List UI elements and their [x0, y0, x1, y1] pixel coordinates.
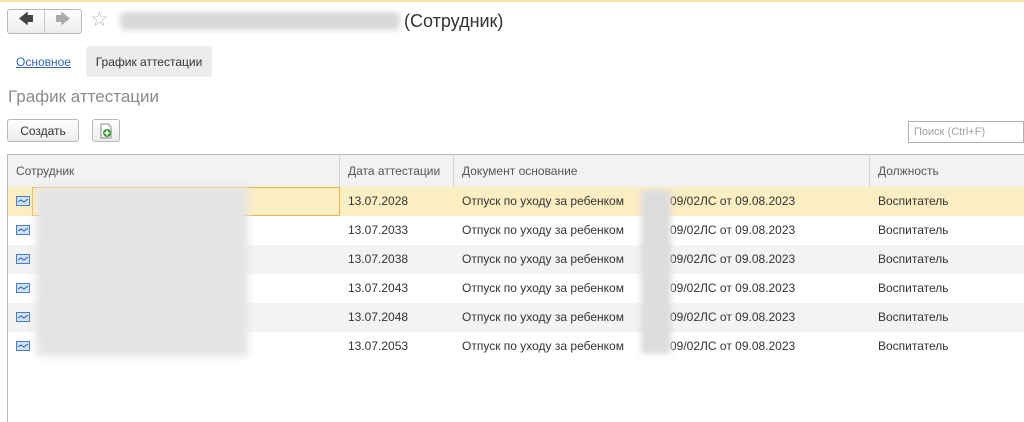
cell-position: Воспитатель — [878, 339, 949, 353]
tab-main[interactable]: Основное — [16, 55, 71, 69]
cell-document-number: 09/02ЛС от 09.08.2023 — [670, 252, 796, 266]
cell-document-number: 09/02ЛС от 09.08.2023 — [670, 281, 796, 295]
cell-document: Отпуск по уходу за ребенком — [462, 281, 624, 295]
cell-position: Воспитатель — [878, 281, 949, 295]
cell-position: Воспитатель — [878, 194, 949, 208]
column-date[interactable]: Дата аттестации — [340, 155, 454, 187]
title-redacted — [120, 12, 400, 30]
add-document-button[interactable] — [92, 119, 120, 142]
cell-document: Отпуск по уходу за ребенком — [462, 310, 624, 324]
record-icon — [16, 196, 30, 206]
cell-document: Отпуск по уходу за ребенком — [462, 252, 624, 266]
cell-document-number: 09/02ЛС от 09.08.2023 — [670, 339, 796, 353]
star-icon[interactable]: ☆ — [90, 8, 109, 32]
cell-date: 13.07.2028 — [348, 194, 409, 208]
record-icon — [16, 254, 30, 264]
cell-document: Отпуск по уходу за ребенком — [462, 194, 624, 208]
forward-button[interactable]: 🡆 — [44, 10, 81, 33]
cell-date: 13.07.2048 — [348, 310, 409, 324]
back-button[interactable]: 🡄 — [8, 10, 44, 33]
cell-document: Отпуск по уходу за ребенком — [462, 339, 624, 353]
cell-position: Воспитатель — [878, 310, 949, 324]
search-input[interactable] — [908, 121, 1024, 143]
cell-date: 13.07.2043 — [348, 281, 409, 295]
nav-buttons: 🡄 🡆 — [7, 9, 82, 34]
employee-names-redacted — [36, 186, 248, 356]
record-icon — [16, 312, 30, 322]
cell-date: 13.07.2038 — [348, 252, 409, 266]
column-employee[interactable]: Сотрудник — [8, 155, 340, 187]
cell-document-number: 09/02ЛС от 09.08.2023 — [670, 194, 796, 208]
cell-date: 13.07.2033 — [348, 223, 409, 237]
cell-position: Воспитатель — [878, 252, 949, 266]
record-icon — [16, 341, 30, 351]
cell-document-number: 09/02ЛС от 09.08.2023 — [670, 310, 796, 324]
arrow-left-icon: 🡄 — [18, 11, 34, 28]
cell-document-number: 09/02ЛС от 09.08.2023 — [670, 223, 796, 237]
cell-position: Воспитатель — [878, 223, 949, 237]
record-icon — [16, 225, 30, 235]
section-title: График аттестации — [8, 87, 159, 106]
record-icon — [16, 283, 30, 293]
cell-date: 13.07.2053 — [348, 339, 409, 353]
table-header: Сотрудник Дата аттестации Документ основ… — [8, 155, 1024, 188]
add-document-icon — [100, 123, 112, 138]
page-title: (Сотрудник) — [404, 11, 504, 31]
column-position[interactable]: Должность — [870, 155, 1024, 187]
arrow-right-icon: 🡆 — [55, 11, 71, 28]
cell-document: Отпуск по уходу за ребенком — [462, 223, 624, 237]
column-document[interactable]: Документ основание — [454, 155, 870, 187]
create-button[interactable]: Создать — [7, 119, 79, 142]
top-accent-line — [0, 0, 1024, 2]
document-numbers-redacted — [641, 190, 671, 354]
tab-attestation-schedule[interactable]: График аттестации — [86, 46, 212, 77]
